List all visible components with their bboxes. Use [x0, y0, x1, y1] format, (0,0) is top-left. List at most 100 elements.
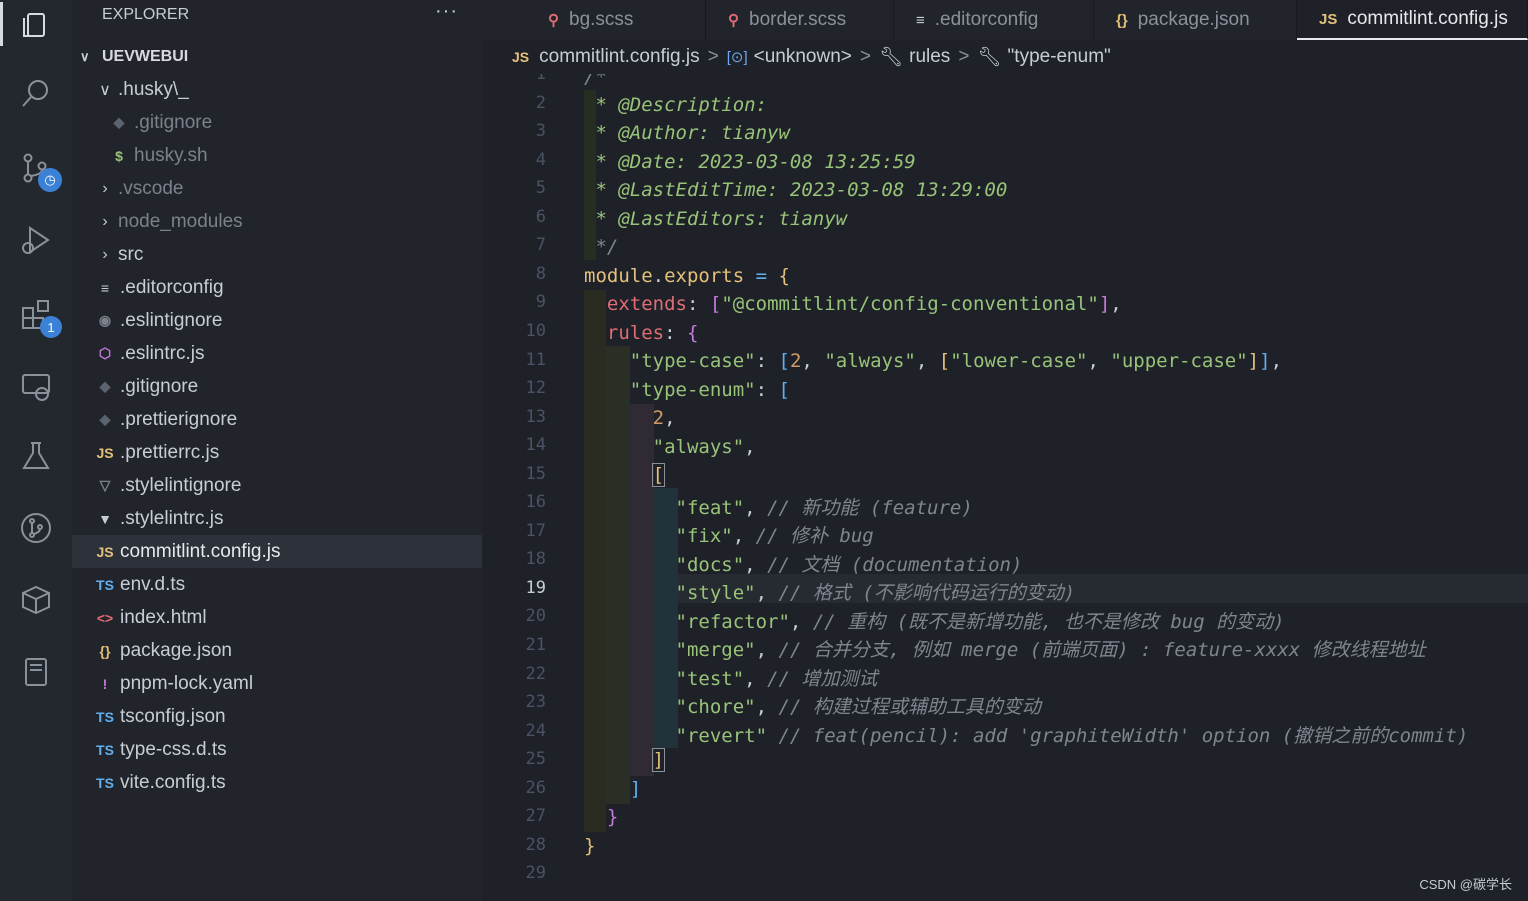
- file-type-icon: JS: [96, 444, 114, 461]
- tree-item[interactable]: JS commitlint.config.js: [72, 535, 482, 568]
- tree-item[interactable]: ◆ .gitignore: [72, 370, 482, 403]
- tree-item[interactable]: › .vscode: [72, 172, 482, 205]
- breadcrumb-symbol-type-enum[interactable]: "type-enum": [1008, 46, 1111, 68]
- chevron-down-icon: ∨: [99, 81, 111, 99]
- tab-bar: ⚲ bg.scss ⚲ border.scss ≡ .editorconfig …: [482, 0, 1528, 40]
- tree-item-label: src: [118, 243, 144, 265]
- line-number: 9: [535, 292, 546, 313]
- code-line-10: rules: {: [606, 322, 699, 344]
- git-graph-icon[interactable]: [14, 506, 58, 550]
- line-number: 6: [535, 206, 546, 227]
- tab-editorconfig[interactable]: ≡ .editorconfig: [894, 0, 1094, 40]
- code-line-14: "always",: [652, 436, 756, 458]
- testing-icon[interactable]: [14, 434, 58, 478]
- wrench-icon: 🔧︎: [977, 47, 1002, 68]
- line-number: 2: [535, 92, 546, 113]
- tree-item-label: type-css.d.ts: [120, 738, 227, 760]
- code-line-2: * @Description:: [595, 94, 768, 116]
- remote-explorer-icon[interactable]: [14, 364, 58, 408]
- tree-item[interactable]: $ husky.sh: [72, 139, 482, 172]
- tree-item[interactable]: {} package.json: [72, 634, 482, 667]
- code-line-7: */: [595, 236, 619, 258]
- breadcrumb-symbol-rules[interactable]: rules: [909, 46, 950, 68]
- scss-icon: ⚲: [548, 12, 559, 29]
- tab-border-scss[interactable]: ⚲ border.scss: [706, 0, 894, 40]
- tree-item[interactable]: › src: [72, 238, 482, 271]
- tree-item[interactable]: TS tsconfig.json: [72, 700, 482, 733]
- line-number: 19: [525, 577, 546, 598]
- breadcrumb-file[interactable]: commitlint.config.js: [539, 46, 700, 68]
- tree-item[interactable]: TS env.d.ts: [72, 568, 482, 601]
- tree-item[interactable]: TS type-css.d.ts: [72, 733, 482, 766]
- file-type-icon: TS: [96, 774, 114, 791]
- more-actions-icon[interactable]: ···: [435, 0, 458, 23]
- tree-item[interactable]: JS .prettierrc.js: [72, 436, 482, 469]
- tree-item[interactable]: ! pnpm-lock.yaml: [72, 667, 482, 700]
- tree-item-label: .stylelintignore: [120, 474, 242, 496]
- tree-item-label: env.d.ts: [120, 573, 186, 595]
- file-type-icon: <>: [96, 609, 114, 626]
- line-number: 13: [525, 406, 546, 427]
- tab-commitlint-config-js[interactable]: JS commitlint.config.js: [1297, 0, 1528, 40]
- search-icon[interactable]: [14, 72, 58, 116]
- extensions-badge: 1: [40, 316, 62, 338]
- line-number: 12: [525, 378, 546, 399]
- tree-item[interactable]: ◆ .prettierignore: [72, 403, 482, 436]
- code-line-16: "feat", // 新功能 (feature): [675, 497, 973, 519]
- tab-label: bg.scss: [569, 9, 634, 30]
- wrench-icon: 🔧︎: [879, 47, 904, 68]
- tree-item[interactable]: ⬡ .eslintrc.js: [72, 337, 482, 370]
- extensions-icon[interactable]: 1: [14, 292, 62, 338]
- line-number: 26: [525, 777, 546, 798]
- tree-item[interactable]: ▼ .stylelintrc.js: [72, 502, 482, 535]
- tree-item-label: package.json: [120, 639, 232, 661]
- js-icon: JS: [512, 49, 530, 65]
- notebook-icon[interactable]: [14, 650, 58, 694]
- line-number: 24: [525, 720, 546, 741]
- code-line-6: * @LastEditors: tianyw: [595, 208, 848, 230]
- code-line-18: "docs", // 文档 (documentation): [675, 554, 1023, 576]
- tree-item-label: husky.sh: [134, 144, 208, 166]
- line-number: 18: [525, 549, 546, 570]
- tree-item-label: .gitignore: [134, 111, 213, 133]
- code-editor[interactable]: 1 2 3 4 5 6 7 8 9 10 11 12 13 14 15 16 17 18 19 20 21 22 23 24 2…: [482, 74, 1528, 901]
- line-number: 25: [525, 749, 546, 770]
- tree-item[interactable]: <> index.html: [72, 601, 482, 634]
- explorer-icon[interactable]: [0, 2, 58, 46]
- line-number: 14: [525, 435, 546, 456]
- source-control-icon[interactable]: ◷: [14, 146, 62, 192]
- line-number: 17: [525, 520, 546, 541]
- code-line-26: ]: [629, 778, 642, 800]
- tab-label: package.json: [1137, 9, 1250, 30]
- file-type-icon: !: [102, 675, 108, 692]
- tree-item[interactable]: ≡ .editorconfig: [72, 271, 482, 304]
- line-number: 5: [535, 178, 546, 199]
- workspace-section[interactable]: ∨ UEVWEBUI: [72, 40, 482, 73]
- tree-item[interactable]: ∨ .husky\_: [72, 73, 482, 106]
- scss-icon: ⚲: [728, 12, 739, 29]
- tree-item[interactable]: ▽ .stylelintignore: [72, 469, 482, 502]
- explorer-title: EXPLORER: [102, 6, 190, 23]
- tab-bg-scss[interactable]: ⚲ bg.scss: [526, 0, 706, 40]
- line-number: 7: [535, 235, 546, 256]
- breadcrumb-symbol-unknown[interactable]: <unknown>: [754, 46, 852, 68]
- file-type-icon: $: [115, 147, 123, 164]
- line-number: 27: [525, 806, 546, 827]
- code-line-21: "merge", // 合并分支, 例如 merge (前端页面) : feat…: [675, 639, 1426, 661]
- file-type-icon: ◆: [99, 411, 111, 427]
- tree-item[interactable]: ◆ .gitignore: [72, 106, 482, 139]
- package-icon[interactable]: [14, 578, 58, 622]
- code-line-11: "type-case": [2, "always", ["lower-case"…: [629, 350, 1283, 372]
- code-line-13: 2,: [652, 407, 676, 429]
- code-line-4: * @Date: 2023-03-08 13:25:59: [595, 151, 916, 173]
- line-number: 8: [535, 263, 546, 284]
- line-number: 4: [535, 149, 546, 170]
- tree-item[interactable]: › node_modules: [72, 205, 482, 238]
- run-debug-icon[interactable]: [14, 218, 58, 262]
- tree-item[interactable]: ◉ .eslintignore: [72, 304, 482, 337]
- line-number: 15: [525, 463, 546, 484]
- line-number: 10: [525, 320, 546, 341]
- code-line-9: extends: ["@commitlint/config-convention…: [606, 293, 1122, 315]
- tab-package-json[interactable]: {} package.json: [1094, 0, 1297, 40]
- tree-item[interactable]: TS vite.config.ts: [72, 766, 482, 799]
